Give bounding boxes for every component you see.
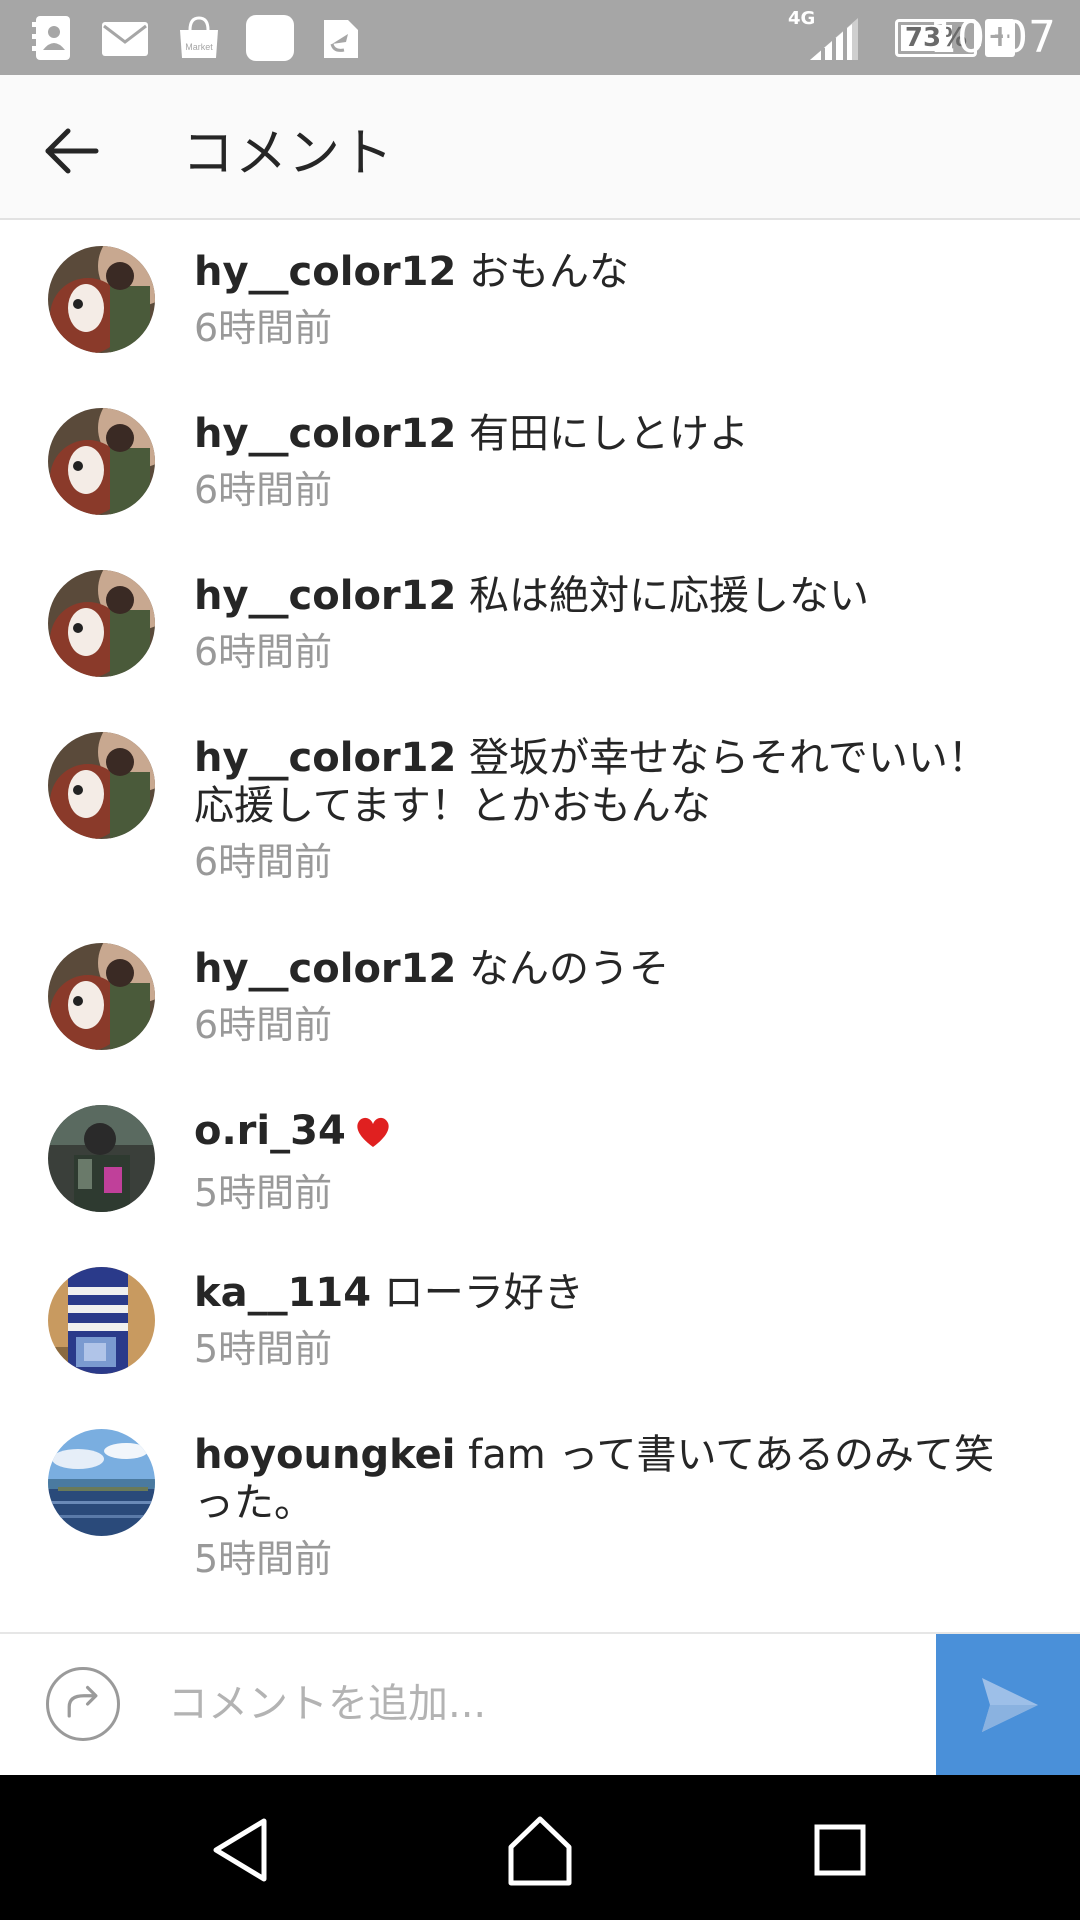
avatar-striped[interactable] — [48, 1267, 155, 1374]
clock: 10:07 — [929, 12, 1056, 63]
blank-app-icon — [246, 15, 294, 61]
comment-item[interactable]: hy__color12 登坂が幸せならそれでいい！応援してます！とかおもんな 6時… — [0, 732, 1080, 945]
nav-home-icon[interactable] — [495, 1805, 585, 1895]
status-right-group: 4G 73% + 10:07 — [680, 0, 1080, 75]
contacts-icon — [32, 16, 70, 60]
comment-username[interactable]: hy__color12 — [194, 946, 456, 992]
comment-input-bar — [0, 1632, 1080, 1777]
comment-timestamp: 5時間前 — [194, 1171, 333, 1215]
status-bar: Market 4G 73% + 10:07 — [0, 0, 1080, 75]
avatar-seascape[interactable] — [48, 1429, 155, 1536]
comment-username[interactable]: o.ri_34 — [194, 1108, 346, 1154]
comment-timestamp: 6時間前 — [194, 306, 333, 350]
navigation-bar — [0, 1775, 1080, 1920]
avatar-teddy-bear[interactable] — [48, 408, 155, 515]
comment-item[interactable]: hy__color12 おもんな 6時間前 — [0, 246, 1080, 410]
comment-text: hoyoungkei fam って書いてあるのみて笑った。 — [194, 1431, 1020, 1527]
market-icon: Market — [180, 16, 218, 58]
comment-timestamp: 6時間前 — [194, 630, 333, 674]
page-title: コメント — [182, 124, 395, 184]
avatar-teddy-bear[interactable] — [48, 732, 155, 839]
avatar-teddy-bear[interactable] — [48, 943, 155, 1050]
comment-text: hy__color12 有田にしとけよ — [194, 410, 1020, 458]
comment-list[interactable]: hy__color12 おもんな 6時間前 hy__color12 有田にしとけよ 6… — [0, 220, 1080, 1632]
comment-item[interactable]: hy__color12 なんのうそ 6時間前 — [0, 943, 1080, 1107]
comment-body: 有田にしとけよ — [456, 411, 750, 457]
comment-username[interactable]: hoyoungkei — [194, 1432, 455, 1478]
comment-text: hy__color12 おもんな — [194, 248, 1020, 296]
comment-timestamp: 5時間前 — [194, 1537, 333, 1581]
comment-text: hy__color12 私は絶対に応援しない — [194, 572, 1020, 620]
send-icon — [982, 1678, 1038, 1732]
comment-input[interactable] — [150, 1658, 910, 1750]
nav-recents-icon[interactable] — [795, 1805, 885, 1895]
comment-item[interactable]: hoyoungkei fam って書いてあるのみて笑った。 5時間前 — [0, 1429, 1080, 1631]
back-arrow-icon[interactable] — [36, 115, 108, 187]
comment-text: o.ri_34 — [194, 1107, 1020, 1161]
file-transfer-icon — [324, 20, 358, 58]
comment-username[interactable]: hy__color12 — [194, 411, 456, 457]
nav-back-icon[interactable] — [196, 1805, 286, 1895]
comment-username[interactable]: ka__114 — [194, 1270, 371, 1316]
avatar-teddy-bear[interactable] — [48, 246, 155, 353]
market-label: Market — [185, 42, 213, 52]
mail-icon — [102, 22, 148, 56]
comment-username[interactable]: hy__color12 — [194, 735, 456, 781]
comment-timestamp: 5時間前 — [194, 1327, 333, 1371]
comment-username[interactable]: hy__color12 — [194, 249, 456, 295]
app-header: コメント — [0, 75, 1080, 220]
comment-timestamp: 6時間前 — [194, 468, 333, 512]
comment-item[interactable]: ka__114 ローラ好き 5時間前 — [0, 1267, 1080, 1431]
share-arrow-icon[interactable] — [46, 1667, 120, 1741]
comment-timestamp: 6時間前 — [194, 1003, 333, 1047]
send-button[interactable] — [936, 1634, 1080, 1777]
avatar-teddy-bear[interactable] — [48, 570, 155, 677]
comment-item[interactable]: hy__color12 私は絶対に応援しない 6時間前 — [0, 570, 1080, 734]
comment-body: 私は絶対に応援しない — [456, 573, 870, 619]
comment-item[interactable]: hy__color12 有田にしとけよ 6時間前 — [0, 408, 1080, 572]
comment-timestamp: 6時間前 — [194, 840, 333, 884]
heart-icon — [354, 1113, 392, 1161]
comment-item[interactable]: o.ri_34 5時間前 — [0, 1105, 1080, 1269]
avatar-person-dark[interactable] — [48, 1105, 155, 1212]
comment-text: hy__color12 登坂が幸せならそれでいい！応援してます！とかおもんな — [194, 734, 1020, 830]
comment-body: なんのうそ — [456, 946, 670, 992]
comment-username[interactable]: hy__color12 — [194, 573, 456, 619]
comment-body: ローラ好き — [371, 1270, 584, 1316]
comment-text: hy__color12 なんのうそ — [194, 945, 1020, 993]
signal-icon — [810, 18, 858, 60]
comment-body: おもんな — [456, 249, 630, 295]
comment-text: ka__114 ローラ好き — [194, 1269, 1020, 1317]
